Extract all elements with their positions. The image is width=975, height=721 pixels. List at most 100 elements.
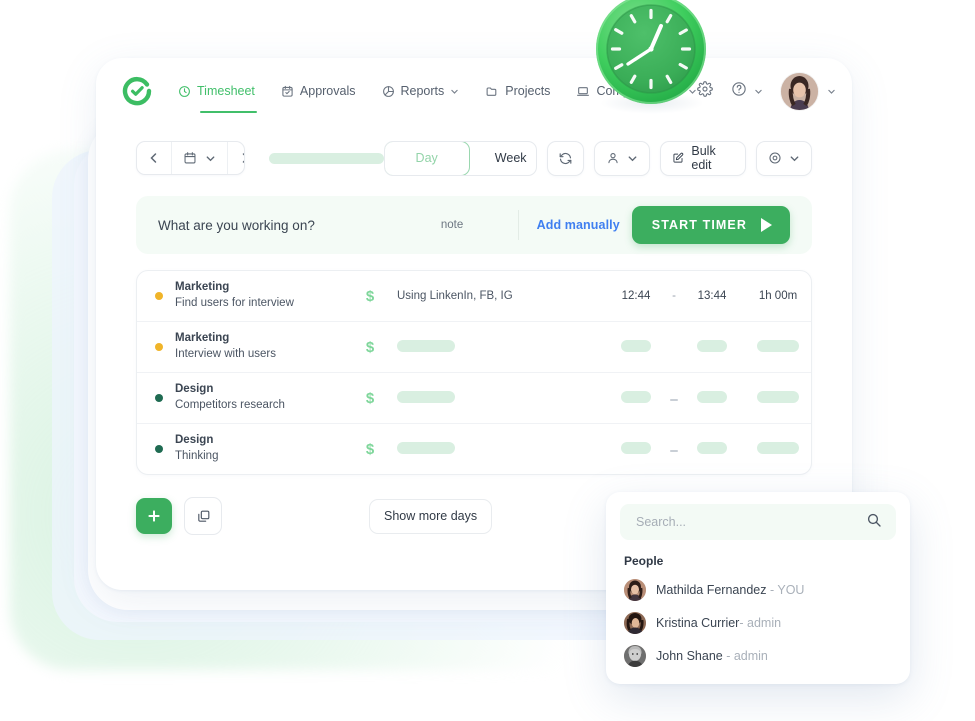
billable-icon[interactable]: $: [343, 288, 397, 305]
table-row[interactable]: Design Competitors research $: [137, 373, 811, 424]
gear-icon: [769, 152, 781, 164]
chevron-down-icon: [628, 155, 637, 161]
bulk-edit-button[interactable]: Bulk edit: [659, 140, 746, 176]
entry-description: Find users for interview: [175, 297, 294, 309]
show-more-days-button[interactable]: Show more days: [369, 498, 493, 534]
nav-item-reports[interactable]: Reports: [382, 58, 460, 124]
entry-duration-placeholder[interactable]: [739, 339, 811, 355]
calendar-check-icon: [281, 85, 294, 98]
project-color-dot: [155, 445, 163, 453]
entry-end-time-placeholder[interactable]: [685, 339, 739, 355]
view-settings-button[interactable]: [756, 140, 812, 176]
day-toggle[interactable]: Day: [384, 141, 470, 175]
entry-project: Design: [175, 383, 214, 396]
bulk-edit-label: Bulk edit: [691, 144, 716, 172]
table-row[interactable]: Design Thinking $: [137, 424, 811, 474]
check-circle-logo[interactable]: [120, 74, 154, 108]
start-timer-button[interactable]: START TIMER: [631, 206, 790, 244]
avatar: [624, 579, 646, 601]
week-toggle[interactable]: Week: [469, 142, 536, 175]
entry-note-placeholder[interactable]: [397, 339, 609, 355]
entry-note[interactable]: Using LinkenIn, FB, IG: [397, 290, 609, 302]
entry-start-time-placeholder[interactable]: [609, 441, 663, 457]
start-timer-label: START TIMER: [651, 218, 747, 232]
laptop-icon: [576, 85, 590, 98]
entry-note-placeholder[interactable]: [397, 441, 609, 457]
timer-bar: What are you working on? note Add manual…: [136, 196, 812, 254]
person-name: John Shane: [656, 649, 723, 663]
nav-item-label: Projects: [505, 84, 551, 98]
entry-duration-placeholder[interactable]: [739, 390, 811, 406]
chevron-down-icon: [790, 155, 799, 161]
nav-item-timesheet[interactable]: Timesheet: [178, 58, 257, 124]
list-item[interactable]: Mathilda Fernandez - YOU: [624, 579, 910, 601]
next-day-button[interactable]: [228, 142, 244, 174]
entry-project: Marketing: [175, 281, 230, 294]
person-name: Mathilda Fernandez: [656, 583, 767, 597]
list-item-label: Kristina Currier- admin: [656, 616, 781, 630]
task-input[interactable]: What are you working on?: [158, 218, 315, 233]
entry-duration-placeholder[interactable]: [739, 441, 811, 457]
prev-day-button[interactable]: [137, 142, 172, 174]
time-range-dash: [663, 392, 685, 404]
divider: [517, 210, 519, 240]
edit-square-icon: [673, 152, 684, 163]
chevron-down-icon: [451, 89, 459, 94]
date-label-placeholder: [268, 152, 384, 164]
time-range-dash: [663, 443, 685, 455]
list-item[interactable]: Kristina Currier- admin: [624, 612, 910, 634]
entry-start-time-placeholder[interactable]: [609, 339, 663, 355]
nav-right-actions: [697, 72, 842, 110]
account-menu[interactable]: [780, 72, 836, 110]
add-entry-button[interactable]: [136, 498, 172, 534]
entry-start-time[interactable]: 12:44: [609, 290, 663, 302]
date-picker-button[interactable]: [172, 142, 228, 174]
chevron-down-icon: [755, 89, 762, 94]
entry-description: Thinking: [175, 450, 219, 462]
entry-project: Design: [175, 434, 214, 447]
refresh-icon: [559, 152, 572, 164]
entry-end-time-placeholder[interactable]: [685, 390, 739, 406]
timesheet-entries-table: Marketing Find users for interview $ Usi…: [136, 270, 812, 475]
list-item-label: John Shane - admin: [656, 649, 768, 663]
user-icon: [608, 153, 618, 164]
play-icon: [761, 218, 772, 232]
entry-note-placeholder[interactable]: [397, 390, 609, 406]
day-week-toggle: Day Week: [383, 140, 537, 176]
nav-item-projects[interactable]: Projects: [485, 58, 550, 124]
entry-description: Competitors research: [175, 399, 285, 411]
entry-description: Interview with users: [175, 348, 276, 360]
add-manually-link[interactable]: Add manually: [537, 218, 620, 232]
billable-icon[interactable]: $: [343, 441, 397, 458]
top-navigation: Timesheet Approvals Reports Projects: [96, 58, 852, 124]
duplicate-entry-button[interactable]: [184, 497, 222, 535]
entry-start-time-placeholder[interactable]: [609, 390, 663, 406]
person-role: - admin: [722, 649, 768, 663]
nav-item-label: Reports: [400, 84, 445, 98]
help-menu[interactable]: [731, 81, 763, 102]
chevron-down-icon: [828, 89, 835, 94]
search-input[interactable]: [634, 514, 866, 530]
person-name: Kristina Currier: [656, 616, 740, 630]
project-color-dot: [155, 343, 163, 351]
question-circle-icon: [731, 81, 747, 102]
billable-icon[interactable]: $: [343, 390, 397, 407]
note-input[interactable]: note: [441, 219, 463, 231]
user-filter-button[interactable]: [593, 140, 650, 176]
refresh-button[interactable]: [546, 140, 584, 176]
billable-icon[interactable]: $: [343, 339, 397, 356]
chevron-left-icon: [150, 153, 157, 163]
entry-task: Marketing Find users for interview: [175, 280, 343, 311]
nav-item-label: Timesheet: [197, 84, 255, 98]
search-icon[interactable]: [866, 512, 882, 533]
nav-item-approvals[interactable]: Approvals: [281, 58, 356, 124]
entry-end-time[interactable]: 13:44: [685, 290, 739, 302]
person-role: - admin: [739, 616, 782, 630]
table-row[interactable]: Marketing Interview with users $: [137, 322, 811, 373]
entry-end-time-placeholder[interactable]: [685, 441, 739, 457]
entry-duration[interactable]: 1h 00m: [739, 290, 811, 302]
search-field[interactable]: [620, 504, 896, 540]
list-item[interactable]: John Shane - admin: [624, 645, 910, 667]
entry-task: Design Competitors research: [175, 382, 343, 413]
table-row[interactable]: Marketing Find users for interview $ Usi…: [137, 271, 811, 322]
